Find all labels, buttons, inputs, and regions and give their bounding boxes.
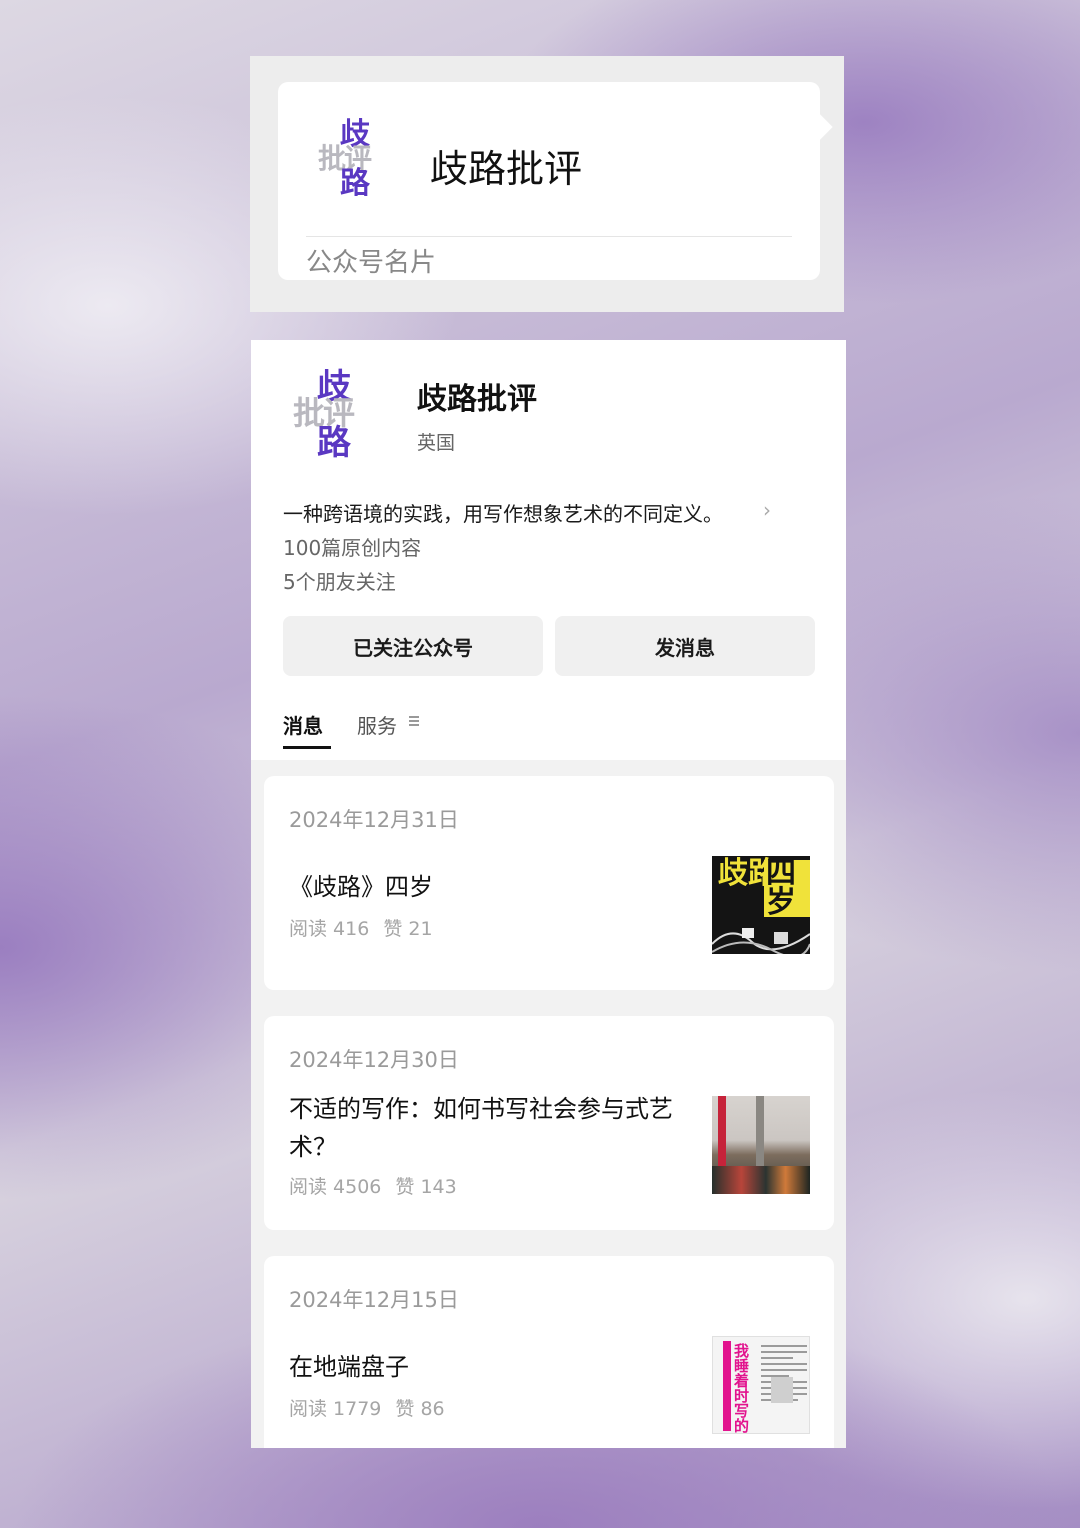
like-count: 赞 21 (383, 918, 433, 940)
like-count: 赞 143 (395, 1176, 457, 1198)
divider (306, 236, 792, 237)
read-count: 阅读 4506 (289, 1176, 382, 1198)
namecard-preview: 歧 批评 路 歧路批评 公众号名片 (250, 56, 844, 312)
send-message-button[interactable]: 发消息 (555, 616, 815, 676)
list-item[interactable]: 2024年12月31日 《歧路》四岁 阅读 416 赞 21 歧路 四岁 (264, 776, 834, 990)
message-date: 2024年12月15日 (289, 1288, 459, 1312)
original-count[interactable]: 100篇原创内容 (283, 532, 421, 561)
read-count: 阅读 1779 (289, 1398, 382, 1420)
account-logo: 歧 批评 路 (318, 120, 398, 200)
friends-following[interactable]: 5个朋友关注 (283, 566, 396, 595)
profile-avatar[interactable]: 歧 批评 路 (293, 370, 385, 462)
profile-tabs: 消息 服务 (283, 710, 483, 750)
tab-services[interactable]: 服务 (357, 710, 397, 739)
namecard-account-name: 歧路批评 (430, 147, 583, 191)
message-thumbnail[interactable]: 我睡着时写的 (712, 1336, 810, 1434)
message-date: 2024年12月30日 (289, 1048, 459, 1072)
message-title[interactable]: 不适的写作：如何书写社会参与式艺术？ (289, 1090, 689, 1166)
message-stats: 阅读 4506 赞 143 (289, 1172, 457, 1199)
logo-char-bottom: 路 (340, 166, 370, 201)
active-tab-indicator (283, 746, 331, 749)
message-thumbnail[interactable]: 歧路 四岁 (712, 856, 810, 954)
profile-region: 英国 (417, 432, 456, 454)
message-title[interactable]: 《歧路》四岁 (289, 868, 689, 906)
account-profile-panel: 歧 批评 路 歧路批评 英国 一种跨语境的实践，用写作想象艺术的不同定义。 › … (251, 340, 846, 1448)
menu-icon[interactable] (409, 716, 419, 726)
thumbnail-text: 四岁 (764, 859, 810, 917)
namecard-caption: 公众号名片 (306, 248, 437, 278)
thumbnail-text: 我睡着时写的 (732, 1343, 750, 1433)
profile-account-name: 歧路批评 (417, 382, 537, 417)
message-stats: 阅读 416 赞 21 (289, 914, 433, 941)
namecard-bubble[interactable]: 歧 批评 路 歧路批评 公众号名片 (278, 82, 833, 280)
bubble-tail (807, 114, 833, 140)
list-item[interactable]: 2024年12月15日 在地端盘子 阅读 1779 赞 86 我睡着时写的 (264, 1256, 834, 1448)
logo-char-bottom: 路 (317, 423, 351, 463)
message-date: 2024年12月31日 (289, 808, 459, 832)
followed-button[interactable]: 已关注公众号 (283, 616, 543, 676)
profile-description[interactable]: 一种跨语境的实践，用写作想象艺术的不同定义。 (283, 498, 723, 527)
message-title[interactable]: 在地端盘子 (289, 1348, 689, 1386)
tab-messages[interactable]: 消息 (283, 710, 323, 739)
message-stats: 阅读 1779 赞 86 (289, 1394, 445, 1421)
list-item[interactable]: 2024年12月30日 不适的写作：如何书写社会参与式艺术？ 阅读 4506 赞 … (264, 1016, 834, 1230)
thumbnail-chimney (756, 1096, 764, 1166)
thumbnail-crowd (712, 1166, 810, 1194)
like-count: 赞 86 (395, 1398, 445, 1420)
thumbnail-illustration (712, 928, 810, 954)
message-thumbnail[interactable] (712, 1096, 810, 1194)
thumbnail-bar (723, 1341, 731, 1431)
chevron-right-icon[interactable]: › (763, 498, 771, 522)
thumbnail-block (771, 1377, 793, 1403)
read-count: 阅读 416 (289, 918, 370, 940)
